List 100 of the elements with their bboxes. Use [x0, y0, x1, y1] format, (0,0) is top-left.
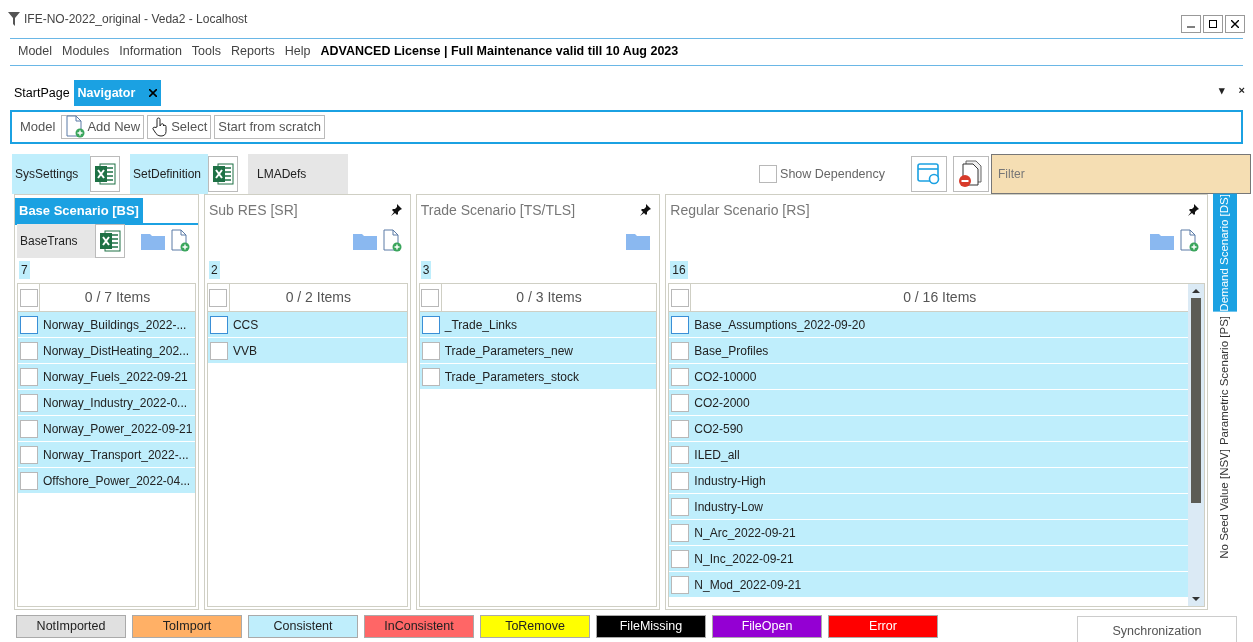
checkbox[interactable]	[670, 288, 689, 307]
list-row[interactable]: Base_Assumptions_2022-09-20	[669, 312, 1189, 338]
list-row[interactable]: _Trade_Links	[419, 312, 657, 338]
hand-pointer-icon	[151, 117, 170, 137]
menu-item[interactable]: Modules	[62, 41, 110, 61]
folder-icon[interactable]	[625, 231, 652, 251]
pin-icon[interactable]	[389, 204, 402, 216]
list-row[interactable]: Industry-High	[669, 468, 1189, 494]
checkbox[interactable]	[20, 419, 38, 438]
checkbox[interactable]	[671, 315, 690, 334]
items-summary: 0 / 7 Items	[83, 288, 152, 307]
checkbox[interactable]	[421, 315, 440, 334]
list-row[interactable]: CO2-10000	[669, 364, 1189, 390]
checkbox[interactable]	[671, 471, 690, 490]
new-file-icon[interactable]	[169, 229, 190, 253]
list-row[interactable]: Base_Profiles	[669, 338, 1189, 364]
checkbox[interactable]	[20, 315, 38, 334]
file-button[interactable]: LMADefs	[248, 154, 348, 194]
synchronization-button[interactable]: Synchronization	[1077, 616, 1237, 642]
folder-icon[interactable]	[139, 231, 166, 251]
file-button[interactable]: SysSettings	[12, 154, 90, 194]
checkbox[interactable]	[671, 341, 690, 360]
list-row[interactable]: Trade_Parameters_new	[419, 338, 657, 364]
list-row[interactable]: N_Arc_2022-09-21	[669, 520, 1189, 546]
item-label: Base_Profiles	[693, 342, 769, 360]
excel-button[interactable]	[95, 224, 125, 258]
toolbar-button[interactable]: Start from scratch	[214, 115, 325, 139]
list-row[interactable]: CCS	[207, 312, 407, 338]
toolbar-button[interactable]: Add New	[61, 115, 145, 139]
folder-icon[interactable]	[351, 231, 378, 251]
checkbox[interactable]	[671, 419, 690, 438]
close-button[interactable]	[1225, 15, 1245, 33]
item-label: _Trade_Links	[443, 316, 517, 334]
checkbox[interactable]	[671, 549, 690, 568]
checkbox[interactable]	[20, 393, 38, 412]
tab-strip-control[interactable]: ×	[1238, 81, 1245, 98]
refresh-window-button[interactable]	[911, 156, 947, 192]
remove-files-button[interactable]	[953, 156, 989, 192]
close-icon[interactable]	[149, 89, 158, 97]
list-row[interactable]: N_Inc_2022-09-21	[669, 546, 1189, 572]
list-row[interactable]: CO2-590	[669, 416, 1189, 442]
list-row[interactable]: Norway_Power_2022-09-21	[18, 416, 195, 442]
list-row[interactable]: Norway_Industry_2022-0...	[18, 390, 195, 416]
checkbox[interactable]	[671, 445, 690, 464]
toolbar-button[interactable]: Select	[147, 115, 212, 139]
file-button[interactable]: SetDefinition	[130, 154, 208, 194]
checkbox[interactable]	[671, 575, 690, 594]
item-label: Norway_Buildings_2022-...	[42, 316, 187, 334]
list-row[interactable]: N_Mod_2022-09-21	[669, 572, 1189, 598]
excel-button[interactable]	[208, 156, 238, 192]
list-row[interactable]: Norway_Transport_2022-...	[18, 442, 195, 468]
list-row[interactable]: VVB	[207, 338, 407, 364]
checkbox[interactable]	[671, 497, 690, 516]
maximize-button[interactable]	[1203, 15, 1223, 33]
scrollbar-thumb[interactable]	[1191, 298, 1202, 503]
panel-title: Regular Scenario [RS]	[669, 200, 810, 220]
file-button[interactable]: BaseTrans	[17, 224, 95, 258]
checkbox[interactable]	[671, 367, 690, 386]
tab-strip-control[interactable]: ▾	[1218, 81, 1225, 98]
menu-item[interactable]: Model	[18, 41, 53, 61]
list-row[interactable]: Norway_Fuels_2022-09-21	[18, 364, 195, 390]
menu-item[interactable]: Help	[284, 41, 311, 61]
menu-item[interactable]: Tools	[191, 41, 221, 61]
checkbox[interactable]	[20, 341, 38, 360]
checkbox[interactable]	[20, 445, 38, 464]
menu-item[interactable]: Reports	[231, 41, 275, 61]
new-file-icon[interactable]	[65, 115, 86, 139]
scrollbar[interactable]	[1188, 284, 1205, 606]
checkbox[interactable]	[20, 471, 38, 490]
checkbox[interactable]	[421, 288, 440, 307]
list-row[interactable]: Offshore_Power_2022-04...	[18, 468, 195, 494]
new-file-icon[interactable]	[1179, 229, 1200, 253]
checkbox[interactable]	[19, 288, 38, 307]
menu-item[interactable]: Information	[119, 41, 182, 61]
checkbox[interactable]	[209, 341, 228, 360]
filter-field[interactable]: Filter	[991, 154, 1251, 194]
excel-button[interactable]	[90, 156, 120, 192]
checkbox[interactable]	[209, 288, 228, 307]
item-count: 16	[670, 261, 688, 279]
checkbox-label[interactable]: Show Dependency	[780, 164, 885, 184]
list-row[interactable]: Norway_DistHeating_202...	[18, 338, 195, 364]
list-row[interactable]: ILED_all	[669, 442, 1189, 468]
pin-icon[interactable]	[639, 204, 652, 216]
item-label: CO2-2000	[693, 394, 750, 412]
checkbox[interactable]	[421, 341, 440, 360]
checkbox[interactable]	[20, 367, 38, 386]
list-row[interactable]: Trade_Parameters_stock	[419, 364, 657, 390]
new-file-icon[interactable]	[381, 229, 402, 253]
minimize-button[interactable]	[1181, 15, 1201, 33]
legend-item: FileMissing	[596, 614, 706, 638]
pin-icon[interactable]	[1187, 204, 1200, 216]
checkbox[interactable]	[209, 315, 228, 334]
list-row[interactable]: Norway_Buildings_2022-...	[18, 312, 195, 338]
checkbox[interactable]	[671, 393, 690, 412]
folder-icon[interactable]	[1149, 231, 1176, 251]
checkbox[interactable]	[421, 367, 440, 386]
checkbox[interactable]	[759, 165, 778, 183]
list-row[interactable]: Industry-Low	[669, 494, 1189, 520]
list-row[interactable]: CO2-2000	[669, 390, 1189, 416]
checkbox[interactable]	[671, 523, 690, 542]
